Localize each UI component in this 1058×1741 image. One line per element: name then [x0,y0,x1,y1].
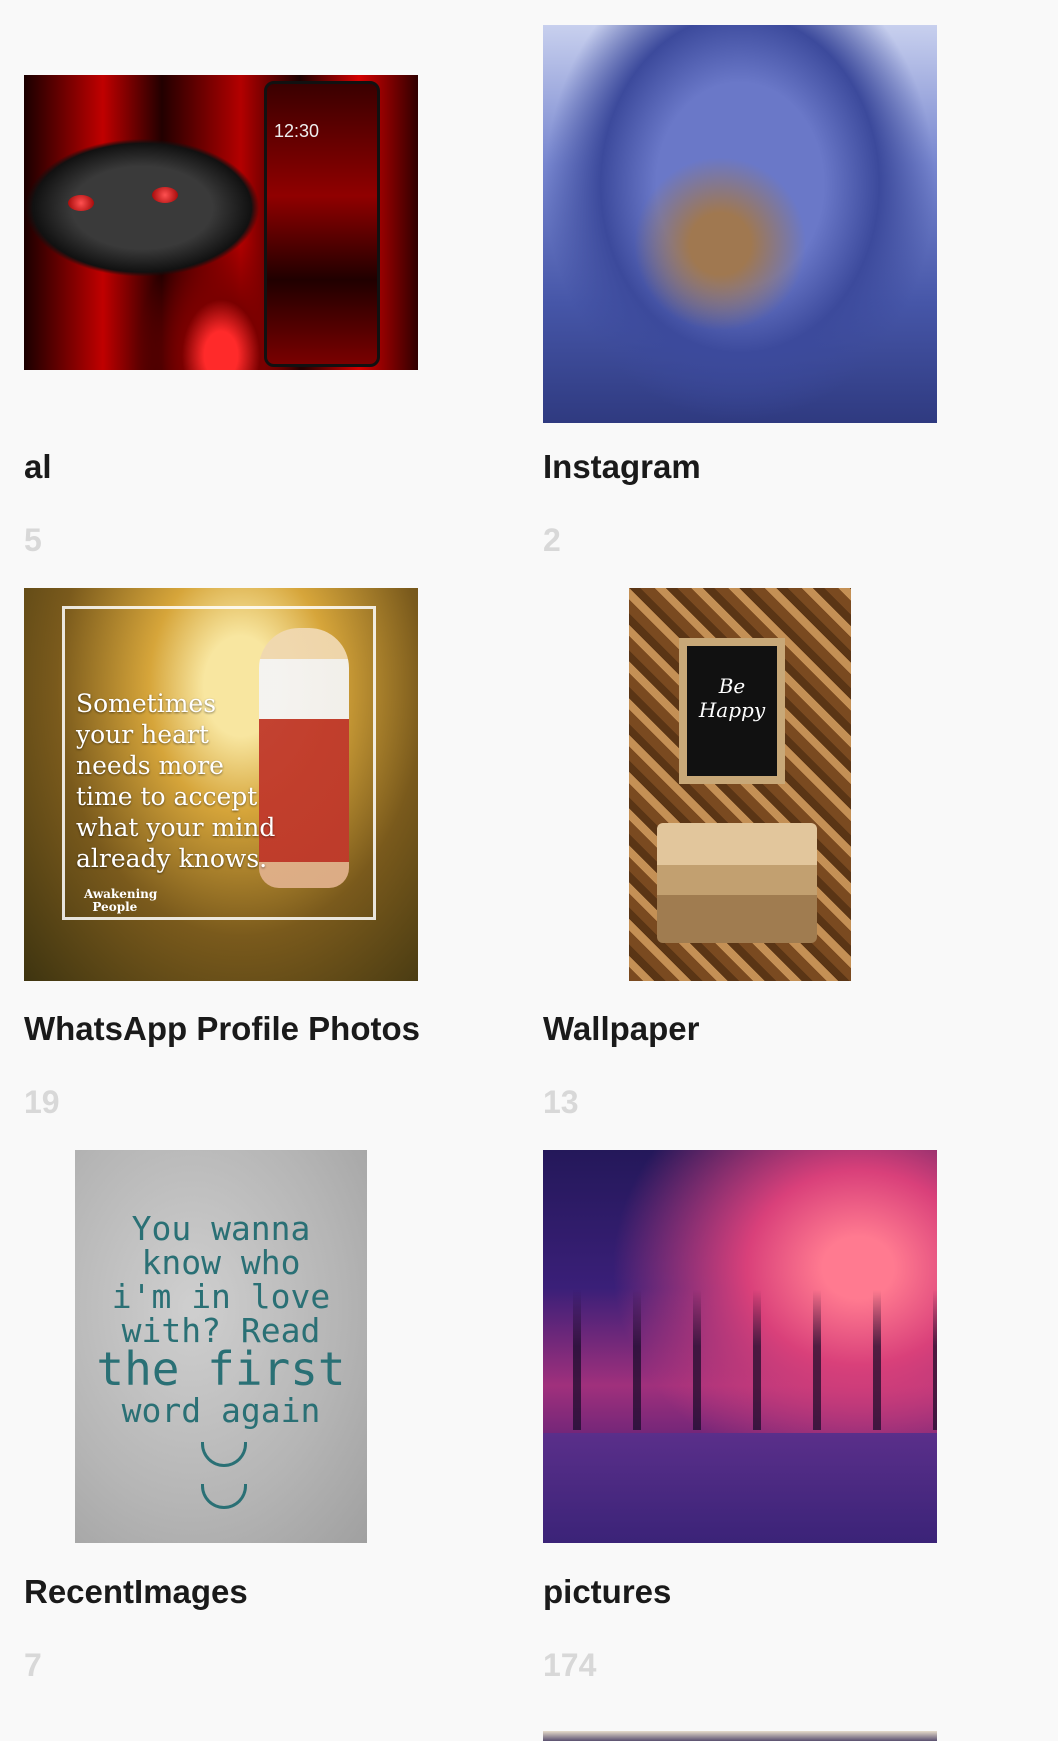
thumb-quote-text: You wanna know who i'm in love with? Rea… [111,1209,331,1350]
thumb-trees [543,1290,937,1430]
album-count: 7 [24,1647,42,1683]
album-card-pictures[interactable]: pictures 174 [543,0,983,1690]
smiley-icon [201,1442,247,1467]
thumb-quote-text-small: word again [121,1391,321,1430]
album-grid: 12:30 al 5 Instagram 2 Sometimes your he… [0,0,1058,1741]
album-thumbnail-next[interactable] [543,1731,937,1741]
album-name: pictures [543,1573,672,1610]
album-name: RecentImages [24,1573,248,1610]
album-count: 174 [543,1647,597,1683]
album-thumbnail[interactable]: You wanna know who i'm in love with? Rea… [75,1150,367,1543]
thumb-quote-text-large: the first [96,1342,346,1396]
smiley-icon [201,1484,247,1509]
album-thumbnail[interactable] [543,1150,937,1543]
album-card-recentimages[interactable]: You wanna know who i'm in love with? Rea… [24,0,464,1690]
thumb-snow [543,1433,937,1543]
